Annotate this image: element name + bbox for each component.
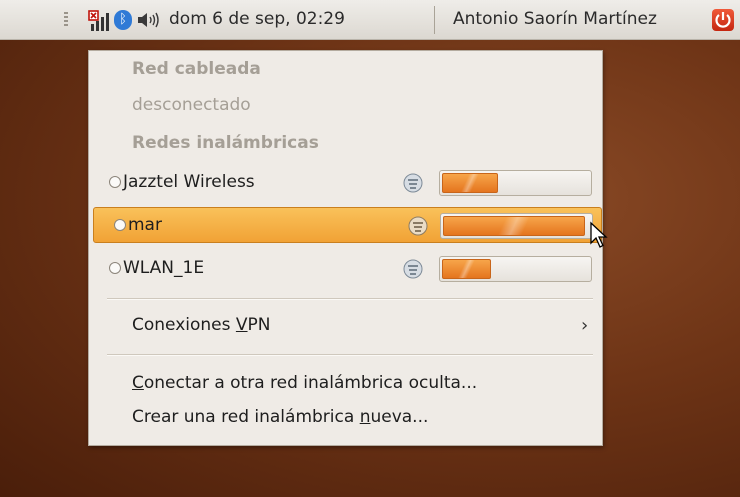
create-new-network-item[interactable]: Crear una red inalámbrica nueva...	[89, 407, 602, 437]
vpn-connections-item[interactable]: Conexiones VPN ›	[89, 315, 602, 345]
wireless-header: Redes inalámbricas	[132, 133, 319, 153]
network-icon[interactable]	[88, 10, 110, 32]
panel-grip-handle[interactable]	[64, 12, 68, 26]
radio-button[interactable]	[114, 219, 126, 231]
network-row-wlan1e[interactable]: WLAN_1E	[89, 251, 602, 287]
power-icon[interactable]	[712, 9, 734, 31]
clock-label[interactable]: dom 6 de sep, 02:29	[169, 9, 345, 29]
network-name: WLAN_1E	[123, 258, 205, 278]
signal-strength-bar	[439, 170, 592, 196]
signal-strength-bar	[440, 213, 593, 239]
panel-separator	[434, 6, 435, 34]
lock-shield-icon	[403, 173, 423, 193]
signal-strength-bar	[439, 256, 592, 282]
connect-hidden-label: Conectar a otra red inalámbrica oculta..…	[132, 373, 478, 393]
signal-fill	[442, 259, 491, 279]
menu-separator	[107, 298, 593, 300]
signal-fill	[442, 173, 499, 193]
wired-header: Red cableada	[132, 59, 261, 79]
create-new-label: Crear una red inalámbrica nueva...	[132, 407, 429, 427]
mouse-pointer-icon	[590, 221, 608, 248]
vpn-label: Conexiones VPN	[132, 315, 271, 335]
network-name: Jazztel Wireless	[123, 172, 255, 192]
network-name: mar	[128, 215, 162, 235]
network-row-jazztel[interactable]: Jazztel Wireless	[89, 165, 602, 201]
volume-icon[interactable]	[137, 12, 163, 28]
lock-shield-icon	[403, 259, 423, 279]
network-row-mar[interactable]: mar	[93, 207, 602, 243]
wired-status: desconectado	[132, 95, 251, 115]
radio-button[interactable]	[109, 176, 121, 188]
signal-fill	[443, 216, 586, 236]
bluetooth-icon[interactable]: ᛒ	[114, 10, 132, 30]
chevron-right-icon: ›	[581, 315, 589, 336]
network-menu: Red cableada desconectado Redes inalámbr…	[88, 50, 603, 446]
radio-button[interactable]	[109, 262, 121, 274]
top-panel: ᛒ dom 6 de sep, 02:29 Antonio Saorín Mar…	[0, 0, 740, 40]
menu-separator	[107, 354, 593, 356]
user-name-label[interactable]: Antonio Saorín Martínez	[453, 9, 657, 29]
lock-shield-icon	[408, 216, 428, 236]
connect-hidden-network-item[interactable]: Conectar a otra red inalámbrica oculta..…	[89, 373, 602, 403]
